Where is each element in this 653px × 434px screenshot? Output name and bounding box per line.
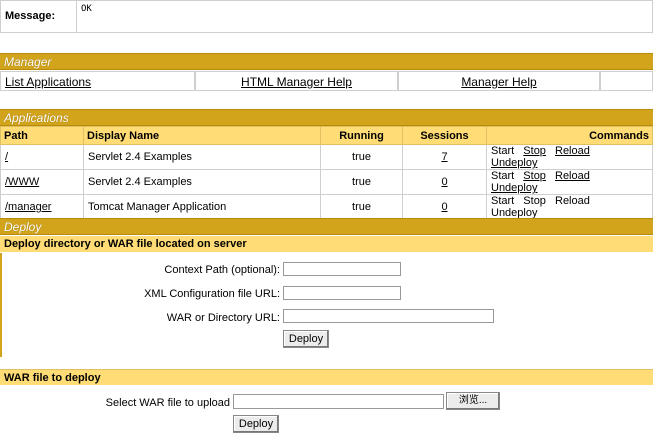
table-row: / Servlet 2.4 Examples true 7 Start Stop… (0, 144, 653, 170)
app-running: true (320, 194, 403, 220)
app-display-name: Servlet 2.4 Examples (83, 144, 321, 170)
column-header-display-name: Display Name (83, 126, 321, 145)
undeploy-command[interactable]: Undeploy (491, 157, 537, 169)
deploy-server-subtitle: Deploy directory or WAR file located on … (0, 236, 653, 252)
reload-command: Reload (555, 195, 590, 207)
xml-config-label: XML Configuration file URL: (144, 288, 280, 300)
context-path-label: Context Path (optional): (164, 264, 280, 276)
start-command: Start (491, 170, 515, 182)
stop-command[interactable]: Stop (523, 145, 546, 157)
reload-command[interactable]: Reload (555, 170, 590, 182)
table-row: /manager Tomcat Manager Application true… (0, 194, 653, 220)
message-panel: Message: OK (0, 0, 653, 33)
app-path-link[interactable]: / (5, 151, 8, 163)
app-display-name: Servlet 2.4 Examples (83, 169, 321, 195)
table-header-row: Path Display Name Running Sessions Comma… (0, 126, 653, 145)
column-header-running: Running (320, 126, 403, 145)
manager-link-cell: List Applications (0, 71, 195, 91)
app-running: true (320, 144, 403, 170)
app-display-name: Tomcat Manager Application (83, 194, 321, 220)
app-running: true (320, 169, 403, 195)
war-upload-subtitle: WAR file to deploy (0, 369, 653, 385)
start-command: Start (491, 145, 515, 157)
app-commands: Start Stop Reload Undeploy (486, 169, 653, 195)
column-header-commands: Commands (486, 126, 653, 145)
applications-section-title: Applications (0, 109, 653, 126)
message-text: OK (81, 4, 92, 14)
reload-command[interactable]: Reload (555, 145, 590, 157)
war-file-input[interactable] (233, 394, 444, 409)
manager-link-cell-empty (600, 71, 653, 91)
deploy-left-border (0, 253, 2, 357)
app-path-link[interactable]: /manager (5, 201, 51, 213)
war-dir-input[interactable] (283, 309, 494, 323)
deploy-section-title: Deploy (0, 218, 653, 235)
app-sessions-link[interactable]: 7 (441, 151, 447, 163)
manager-links-row: List Applications HTML Manager Help Mana… (0, 71, 653, 91)
app-sessions-link[interactable]: 0 (441, 201, 447, 213)
undeploy-command[interactable]: Undeploy (491, 182, 537, 194)
stop-command: Stop (523, 195, 546, 207)
manager-link-cell: Manager Help (398, 71, 600, 91)
war-dir-label: WAR or Directory URL: (166, 312, 280, 324)
message-label: Message: (1, 1, 77, 32)
stop-command[interactable]: Stop (523, 170, 546, 182)
app-path-link[interactable]: /WWW (5, 176, 39, 188)
context-path-input[interactable] (283, 262, 401, 276)
manager-help-link[interactable]: Manager Help (461, 75, 536, 89)
table-row: /WWW Servlet 2.4 Examples true 0 Start S… (0, 169, 653, 195)
start-command: Start (491, 195, 515, 207)
app-commands: Start Stop Reload Undeploy (486, 194, 653, 220)
column-header-sessions: Sessions (402, 126, 487, 145)
app-commands: Start Stop Reload Undeploy (486, 144, 653, 170)
column-header-path: Path (0, 126, 84, 145)
deploy-upload-button[interactable]: Deploy (233, 415, 279, 433)
manager-section-title: Manager (0, 53, 653, 70)
select-war-label: Select WAR file to upload (105, 397, 230, 409)
manager-link-cell: HTML Manager Help (195, 71, 398, 91)
applications-table: Path Display Name Running Sessions Comma… (0, 126, 653, 220)
deploy-server-button[interactable]: Deploy (283, 330, 329, 348)
html-manager-help-link[interactable]: HTML Manager Help (241, 75, 352, 89)
app-sessions-link[interactable]: 0 (441, 176, 447, 188)
xml-config-input[interactable] (283, 286, 401, 300)
browse-button[interactable]: 浏览... (446, 392, 500, 410)
list-applications-link[interactable]: List Applications (5, 75, 91, 89)
